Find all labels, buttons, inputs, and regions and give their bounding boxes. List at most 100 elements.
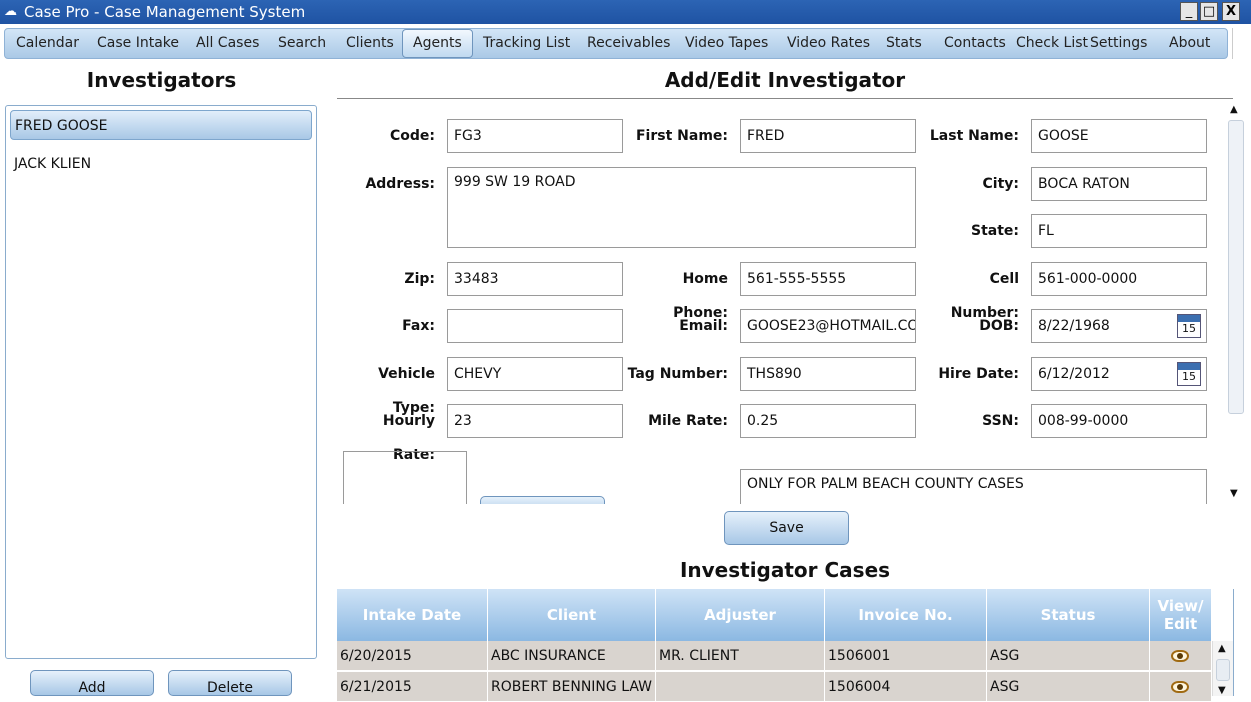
scroll-up-arrow-icon[interactable]: ▲	[1230, 104, 1238, 115]
dob-label: DOB:	[979, 318, 1019, 334]
col-client[interactable]: Client	[488, 589, 656, 641]
zip-field[interactable]: 33483	[447, 262, 623, 296]
close-button[interactable]: X	[1222, 2, 1240, 21]
col-view-edit[interactable]: View/ Edit	[1150, 589, 1212, 641]
table-scrollbar[interactable]: ▲ ▼	[1212, 641, 1234, 696]
form-heading: Add/Edit Investigator	[664, 68, 906, 92]
cell-view-edit	[1150, 641, 1212, 671]
main-menu-bar: Calendar Case Intake All Cases Search Cl…	[4, 28, 1228, 59]
hire-date-calendar-day: 15	[1182, 370, 1196, 383]
email-field[interactable]: GOOSE23@HOTMAIL.COM	[740, 309, 916, 343]
app-icon: ☁	[4, 4, 17, 19]
cell-adjuster	[656, 672, 825, 702]
menu-tracking-list[interactable]: Tracking List	[483, 29, 570, 58]
menu-receivables[interactable]: Receivables	[587, 29, 670, 58]
view-eye-icon[interactable]	[1171, 681, 1189, 693]
table-row[interactable]: 6/20/2015 ABC INSURANCE MR. CLIENT 15060…	[337, 641, 1212, 671]
ssn-field[interactable]: 008-99-0000	[1031, 404, 1207, 438]
investigator-list[interactable]: FRED GOOSE JACK KLIEN	[5, 105, 317, 659]
city-field[interactable]: BOCA RATON	[1031, 167, 1207, 201]
cell-status: ASG	[987, 672, 1150, 702]
home-phone-field[interactable]: 561-555-5555	[740, 262, 916, 296]
table-scroll-up-icon[interactable]: ▲	[1218, 643, 1226, 654]
save-button[interactable]: Save	[724, 511, 849, 545]
menu-all-cases[interactable]: All Cases	[196, 29, 259, 58]
menu-search[interactable]: Search	[278, 29, 326, 58]
menu-video-tapes[interactable]: Video Tapes	[685, 29, 768, 58]
col-adjuster[interactable]: Adjuster	[656, 589, 825, 641]
photo-upload-button[interactable]	[480, 496, 605, 504]
form-scrollbar[interactable]: ▲ ▼	[1227, 104, 1245, 502]
menu-settings[interactable]: Settings	[1090, 29, 1147, 58]
vehicle-type-field[interactable]: CHEVY	[447, 357, 623, 391]
cell-invoice: 1506004	[825, 672, 987, 702]
col-invoice-no[interactable]: Invoice No.	[825, 589, 987, 641]
hire-date-field[interactable]: 6/12/2012 15	[1031, 357, 1207, 391]
photo-box[interactable]	[343, 451, 467, 504]
investigator-item-jack-klien[interactable]: JACK KLIEN	[10, 149, 312, 179]
cell-client: ABC INSURANCE	[488, 641, 656, 671]
table-row[interactable]: 6/21/2015 ROBERT BENNING LAW OF 1506004 …	[337, 672, 1212, 702]
cell-number-label: Cell Number:	[950, 271, 1019, 321]
dob-value: 8/22/1968	[1038, 318, 1110, 334]
minimize-button[interactable]: _	[1180, 2, 1198, 21]
calendar-icon[interactable]: 15	[1177, 362, 1201, 386]
calendar-icon[interactable]: 15	[1177, 314, 1201, 338]
table-scrollbar-thumb[interactable]	[1216, 659, 1230, 681]
maximize-button[interactable]: □	[1200, 2, 1218, 21]
first-name-field[interactable]: FRED	[740, 119, 916, 153]
cell-client: ROBERT BENNING LAW OF	[488, 672, 656, 702]
cell-intake-date: 6/20/2015	[337, 641, 488, 671]
view-eye-icon[interactable]	[1171, 650, 1189, 662]
tag-number-field[interactable]: THS890	[740, 357, 916, 391]
state-field[interactable]: FL	[1031, 214, 1207, 248]
heading-divider	[337, 98, 1233, 99]
menu-contacts[interactable]: Contacts	[944, 29, 1006, 58]
table-right-border	[1233, 589, 1234, 696]
notes-field[interactable]: ONLY FOR PALM BEACH COUNTY CASES	[740, 469, 1207, 504]
menu-about[interactable]: About	[1169, 29, 1210, 58]
mile-rate-field[interactable]: 0.25	[740, 404, 916, 438]
menu-check-list[interactable]: Check List	[1016, 29, 1088, 58]
menu-calendar[interactable]: Calendar	[16, 29, 79, 58]
menu-agents[interactable]: Agents	[402, 29, 473, 58]
first-name-label: First Name:	[635, 128, 728, 144]
scroll-down-arrow-icon[interactable]: ▼	[1230, 488, 1238, 499]
email-label: Email:	[679, 318, 728, 334]
investigator-item-fred-goose[interactable]: FRED GOOSE	[10, 110, 312, 140]
menu-scroll-strip	[1232, 28, 1247, 59]
mile-rate-label: Mile Rate:	[648, 413, 728, 429]
table-scroll-down-icon[interactable]: ▼	[1218, 685, 1226, 696]
scrollbar-thumb[interactable]	[1228, 120, 1244, 414]
last-name-label: Last Name:	[929, 128, 1019, 144]
code-label: Code:	[389, 128, 435, 144]
menu-stats[interactable]: Stats	[886, 29, 922, 58]
col-status[interactable]: Status	[987, 589, 1150, 641]
cell-invoice: 1506001	[825, 641, 987, 671]
add-button[interactable]: Add	[30, 670, 154, 696]
fax-label: Fax:	[402, 318, 435, 334]
cell-intake-date: 6/21/2015	[337, 672, 488, 702]
hire-date-value: 6/12/2012	[1038, 366, 1110, 382]
hourly-rate-field[interactable]: 23	[447, 404, 623, 438]
cases-table-header: Intake Date Client Adjuster Invoice No. …	[337, 589, 1212, 641]
dob-field[interactable]: 8/22/1968 15	[1031, 309, 1207, 343]
cell-view-edit	[1150, 672, 1212, 702]
cell-number-field[interactable]: 561-000-0000	[1031, 262, 1207, 296]
window-title: Case Pro - Case Management System	[24, 3, 306, 21]
cell-adjuster: MR. CLIENT	[656, 641, 825, 671]
menu-video-rates[interactable]: Video Rates	[787, 29, 870, 58]
last-name-field[interactable]: GOOSE	[1031, 119, 1207, 153]
delete-button[interactable]: Delete	[168, 670, 292, 696]
fax-field[interactable]	[447, 309, 623, 343]
cases-heading: Investigator Cases	[679, 558, 891, 582]
menu-case-intake[interactable]: Case Intake	[97, 29, 179, 58]
menu-clients[interactable]: Clients	[346, 29, 394, 58]
hire-date-label: Hire Date:	[938, 366, 1019, 382]
state-label: State:	[970, 223, 1019, 239]
vehicle-type-label: Vehicle Type:	[378, 366, 435, 416]
col-intake-date[interactable]: Intake Date	[337, 589, 488, 641]
address-field[interactable]: 999 SW 19 ROAD	[447, 167, 916, 248]
ssn-label: SSN:	[982, 413, 1019, 429]
code-field[interactable]: FG3	[447, 119, 623, 153]
